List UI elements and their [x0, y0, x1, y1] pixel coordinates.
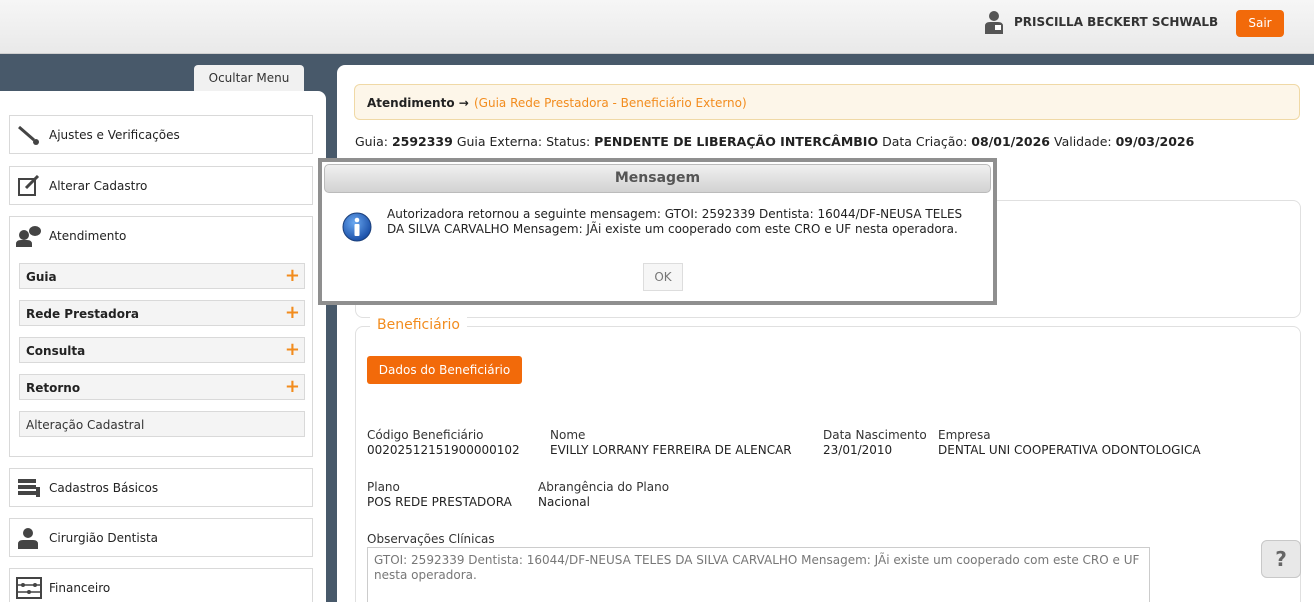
dados-beneficiario-button[interactable]: Dados do Beneficiário: [367, 356, 522, 384]
wrench-icon: [18, 125, 39, 145]
status-label: Status:: [546, 134, 591, 149]
submenu-consulta[interactable]: Consulta +: [19, 337, 305, 363]
submenu-label: Guia: [26, 270, 57, 284]
plano-label: Plano: [367, 480, 400, 494]
data-nascimento-value: 23/01/2010: [823, 443, 893, 457]
top-bar: PRISCILLA BECKERT SCHWALB Sair: [0, 0, 1314, 54]
sidebar-item-cadastros-basicos[interactable]: Cadastros Básicos: [9, 468, 313, 507]
sidebar-item-label: Ajustes e Verificações: [49, 128, 180, 142]
submenu-guia[interactable]: Guia +: [19, 263, 305, 289]
observacoes-label: Observações Clínicas: [367, 532, 495, 546]
observacoes-textarea[interactable]: GTOI: 2592339 Dentista: 16044/DF-NEUSA T…: [367, 547, 1150, 602]
codigo-beneficiario-label: Código Beneficiário: [367, 428, 484, 442]
guide-info-line: Guia: 2592339 Guia Externa: Status: PEND…: [355, 134, 1194, 149]
submenu-label: Retorno: [26, 381, 81, 395]
dialog-title[interactable]: Mensagem: [324, 164, 991, 193]
guia-externa-label: Guia Externa:: [456, 134, 543, 149]
sidebar-item-label: Alterar Cadastro: [49, 179, 148, 193]
data-criacao-label: Data Criação:: [882, 134, 968, 149]
expand-plus-icon[interactable]: +: [285, 302, 300, 323]
submenu-retorno[interactable]: Retorno +: [19, 374, 305, 400]
sidebar-item-cirurgiao-dentista[interactable]: Cirurgião Dentista: [9, 518, 313, 557]
sidebar-item-label: Financeiro: [49, 581, 111, 595]
expand-plus-icon[interactable]: +: [285, 339, 300, 360]
sidebar-item-atendimento[interactable]: Atendimento: [49, 229, 126, 243]
breadcrumb: Atendimento → (Guia Rede Prestadora - Be…: [354, 84, 1300, 120]
user-name: PRISCILLA BECKERT SCHWALB: [1014, 15, 1219, 29]
message-dialog: Mensagem Autorizadora retornou a seguint…: [318, 158, 997, 305]
empresa-label: Empresa: [938, 428, 991, 442]
beneficiario-legend: Beneficiário: [370, 317, 467, 333]
guia-value: 2592339: [391, 134, 453, 149]
nome-label: Nome: [550, 428, 586, 442]
info-icon: [342, 212, 372, 242]
sidebar-item-ajustes[interactable]: Ajustes e Verificações: [9, 115, 313, 154]
sidebar-item-label: Cirurgião Dentista: [49, 531, 159, 545]
nome-value: EVILLY LORRANY FERREIRA DE ALENCAR: [550, 443, 792, 457]
submenu-label: Consulta: [26, 344, 86, 358]
validade-value: 09/03/2026: [1115, 134, 1195, 149]
dialog-message: Autorizadora retornou a seguinte mensage…: [387, 207, 963, 236]
ok-button[interactable]: OK: [643, 263, 683, 291]
abrangencia-value: Nacional: [538, 495, 590, 509]
submenu-alteracao-cadastral[interactable]: Alteração Cadastral: [19, 411, 305, 437]
submenu-label: Rede Prestadora: [26, 307, 139, 321]
sidebar-item-alterar-cadastro[interactable]: Alterar Cadastro: [9, 166, 313, 205]
abrangencia-label: Abrangência do Plano: [538, 480, 670, 494]
plano-value: POS REDE PRESTADORA: [367, 495, 512, 509]
data-criacao-value: 08/01/2026: [971, 134, 1050, 149]
logout-button[interactable]: Sair: [1236, 10, 1284, 37]
hide-menu-button[interactable]: Ocultar Menu: [194, 65, 304, 92]
sidebar-group-atendimento: Atendimento Guia + Rede Prestadora + Con…: [9, 216, 313, 457]
sidebar-item-financeiro[interactable]: Financeiro: [9, 568, 313, 602]
expand-plus-icon[interactable]: +: [285, 265, 300, 286]
empresa-value: DENTAL UNI COOPERATIVA ODONTOLOGICA: [938, 443, 1201, 457]
breadcrumb-main: Atendimento →: [367, 96, 469, 110]
sidebar-item-label: Cadastros Básicos: [49, 481, 159, 495]
status-value: PENDENTE DE LIBERAÇÃO INTERCÂMBIO: [594, 134, 879, 149]
user-icon: [18, 528, 38, 549]
codigo-beneficiario-value: 00202512151900000102: [367, 443, 520, 457]
breadcrumb-link[interactable]: (Guia Rede Prestadora - Beneficiário Ext…: [474, 96, 747, 110]
validade-label: Validade:: [1053, 134, 1112, 149]
list-icon: [18, 479, 40, 497]
abacus-icon: [16, 577, 42, 599]
submenu-label: Alteração Cadastral: [26, 418, 145, 432]
user-chat-icon: [16, 226, 41, 247]
data-nascimento-label: Data Nascimento: [823, 428, 927, 442]
guia-label: Guia:: [355, 134, 388, 149]
edit-icon: [18, 175, 40, 196]
submenu-rede-prestadora[interactable]: Rede Prestadora +: [19, 300, 305, 326]
user-icon: [985, 11, 1003, 34]
expand-plus-icon[interactable]: +: [285, 376, 300, 397]
help-button[interactable]: ?: [1261, 540, 1301, 578]
